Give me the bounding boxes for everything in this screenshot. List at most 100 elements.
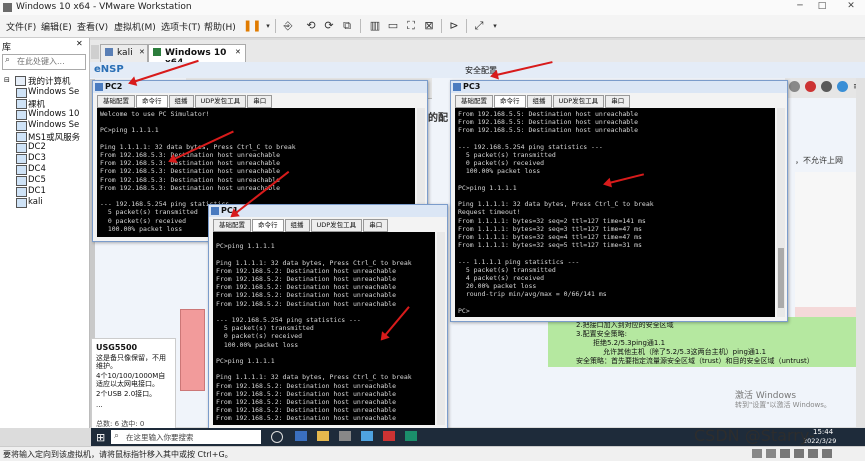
hdd-icon[interactable] (752, 449, 762, 458)
menu-vm[interactable]: 虚拟机(M) (114, 20, 156, 33)
pc3-scrollbar[interactable] (777, 108, 785, 317)
menu-toolbar: 文件(F) 编辑(E) 查看(V) 虚拟机(M) 选项卡(T) 帮助(H) ❚❚… (0, 15, 865, 38)
minimize-icon[interactable]: ─ (793, 1, 807, 13)
sound-icon[interactable] (808, 449, 818, 458)
display-icon[interactable] (822, 449, 832, 458)
tab-basic-config[interactable]: 基础配置 (455, 95, 493, 108)
tab-basic-config[interactable]: 基础配置 (213, 219, 251, 232)
file-explorer-icon[interactable] (317, 431, 329, 441)
tab-serial[interactable]: 串口 (363, 219, 389, 232)
pc1-terminal[interactable]: PC>ping 1.1.1.1 Ping 1.1.1.1: 32 data byt… (213, 232, 435, 425)
chevron-down-icon[interactable]: ▾ (260, 18, 276, 34)
tab-kali[interactable]: kali ✕ (100, 44, 148, 63)
single-window-icon[interactable]: ▭ (385, 18, 401, 34)
vm-icon (105, 48, 113, 56)
snapshot-restore-icon[interactable]: ⟳ (321, 18, 337, 34)
sidebar-vm-item[interactable]: Windows Se (16, 87, 80, 98)
unity-icon[interactable]: ⊠ (421, 18, 437, 34)
sidebar-vm-item[interactable]: DC2 (16, 142, 46, 153)
tab-basic-config[interactable]: 基础配置 (97, 95, 135, 108)
pc2-title: PC2 (105, 82, 123, 91)
device-name: USG5500 (96, 343, 138, 352)
send-keys-icon[interactable]: ⎆ (280, 18, 296, 34)
sidebar-vm-item[interactable]: DC4 (16, 164, 46, 175)
sidebar-vm-item[interactable]: DC5 (16, 175, 46, 186)
maximize-icon[interactable]: □ (815, 1, 829, 13)
vm-icon (16, 187, 27, 197)
terminal-line: From 192.168.5.3: Destination host unrea… (100, 167, 281, 176)
snapshot-icon[interactable]: ⟲ (303, 18, 319, 34)
vm-icon (16, 121, 27, 131)
tab-command-line[interactable]: 命令行 (494, 95, 526, 108)
menu-tabs[interactable]: 选项卡(T) (161, 20, 201, 33)
close-icon[interactable]: ✕ (139, 48, 145, 56)
terminal-line: From 192.168.5.5: Destination host unrea… (458, 110, 639, 118)
menu-view[interactable]: 查看(V) (77, 20, 108, 33)
menu-help[interactable]: 帮助(H) (204, 20, 236, 33)
pc1-scrollbar[interactable] (437, 232, 445, 425)
cdrom-icon[interactable] (766, 449, 776, 458)
tab-scroll-handle[interactable] (91, 45, 99, 59)
tree-root-my-computer[interactable]: 我的计算机 (28, 75, 71, 87)
tab-multicast[interactable]: 组播 (526, 95, 552, 108)
console-icon[interactable]: ⊳ (446, 18, 462, 34)
clock-time[interactable]: 15:44 (813, 428, 833, 436)
close-icon[interactable]: ✕ (76, 39, 83, 48)
tab-label: kali (117, 48, 133, 58)
ensp-stop-icon[interactable] (805, 81, 816, 92)
tab-udp-tool[interactable]: UDP发包工具 (310, 219, 363, 232)
tab-command-line[interactable]: 命令行 (252, 219, 284, 232)
network-icon[interactable] (780, 449, 790, 458)
collapse-icon[interactable]: ⊟ (4, 76, 10, 84)
pc1-console-window[interactable]: PC1 基础配置命令行组播UDP发包工具串口 PC>ping 1.1.1.1Pi… (208, 204, 448, 430)
windows-start-icon[interactable]: ⊞ (96, 431, 105, 444)
toolbar-divider (275, 19, 276, 33)
tab-serial[interactable]: 串口 (247, 95, 273, 108)
search-input[interactable] (17, 56, 81, 67)
ensp-tool-icon[interactable] (789, 81, 800, 92)
tab-udp-tool[interactable]: UDP发包工具 (194, 95, 247, 108)
edge-icon[interactable] (295, 431, 307, 441)
tab-serial[interactable]: 串口 (605, 95, 631, 108)
tab-multicast[interactable]: 组播 (284, 219, 310, 232)
pc3-scroll-thumb[interactable] (778, 248, 784, 308)
close-icon[interactable]: ✕ (235, 48, 241, 56)
tab-multicast[interactable]: 组播 (168, 95, 194, 108)
sidebar-vm-label: Windows Se (28, 87, 80, 97)
stretch-icon[interactable]: ⤢ (471, 18, 487, 34)
ensp-tool-icon[interactable] (821, 81, 832, 92)
task-view-icon[interactable] (271, 431, 283, 443)
search-icon: ⌕ (114, 431, 120, 441)
ensp-taskbar-icon[interactable] (383, 431, 395, 441)
fullscreen-icon[interactable]: ⛶ (403, 18, 419, 34)
pc3-terminal[interactable]: From 192.168.5.5: Destination host unrea… (455, 108, 775, 317)
vm-taskbar-icon[interactable] (405, 431, 417, 441)
terminal-line: From 192.168.5.3: Destination host unrea… (100, 175, 281, 184)
taskbar-search-text: 在这里输入你要搜索 (126, 433, 194, 442)
chevron-down-icon[interactable]: ▾ (487, 18, 503, 34)
store-icon[interactable] (339, 431, 351, 441)
pc3-console-window[interactable]: PC3 基础配置 命令行 组播 UDP发包工具 串口 From 192.168.5.5:… (450, 80, 788, 322)
sidebar-vm-item[interactable]: Windows 10 (16, 109, 79, 120)
tab-command-line[interactable]: 命令行 (136, 95, 168, 108)
ie-icon[interactable] (361, 431, 373, 441)
pause-icon[interactable]: ❚❚ (243, 18, 261, 34)
menu-edit[interactable]: 编辑(E) (41, 20, 72, 33)
vm-icon (16, 143, 27, 153)
usb-icon[interactable] (794, 449, 804, 458)
close-icon[interactable]: ✕ (844, 1, 858, 13)
terminal-line: From 192.168.5.2: Destination host unrea… (216, 283, 397, 292)
ensp-help-icon[interactable] (837, 81, 848, 92)
menu-file[interactable]: 文件(F) (6, 20, 36, 33)
sidebar-toggle-icon[interactable]: ▥ (367, 18, 383, 34)
sidebar-vm-item[interactable]: Windows Se (16, 120, 79, 131)
snapshot-manager-icon[interactable]: ⧉ (339, 18, 355, 34)
sidebar-vm-item[interactable]: DC3 (16, 153, 46, 164)
tab-udp-tool[interactable]: UDP发包工具 (552, 95, 605, 108)
library-search[interactable]: ⌕ (2, 54, 86, 70)
ensp-scrollbar[interactable] (856, 78, 865, 427)
terminal-line: From 192.168.5.2: Destination host unrea… (216, 299, 397, 308)
taskbar-search[interactable]: ⌕ 在这里输入你要搜索 (111, 430, 261, 444)
sidebar-vm-item[interactable]: kali (16, 197, 43, 208)
sidebar-vm-item[interactable]: DC1 (16, 186, 46, 197)
